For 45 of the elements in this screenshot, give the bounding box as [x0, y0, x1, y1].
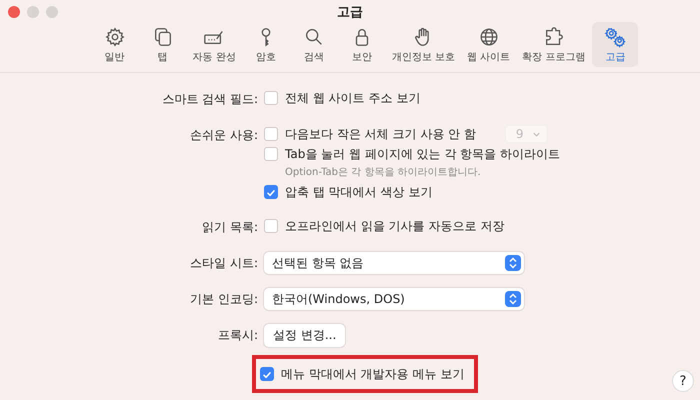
checkbox[interactable] [264, 91, 278, 105]
toolbar-tab[interactable]: 고급 [592, 22, 638, 67]
checkmark-icon [267, 190, 275, 196]
checkbox-label: 메뉴 막대에서 개발자용 메뉴 보기 [281, 366, 464, 382]
chevron-icon [532, 132, 540, 136]
toolbar-tab[interactable]: 탭 [140, 22, 186, 67]
checkbox-label: Tab을 눌러 웹 페이지에 있는 각 항목을 하이라이트 [285, 146, 560, 162]
toolbar-tab[interactable]: 보안 [338, 22, 385, 67]
setting-label: 스마트 검색 필드: [162, 92, 258, 106]
checkbox[interactable] [264, 127, 278, 141]
popup-menu[interactable]: 선택된 항목 없음 [264, 252, 524, 274]
setting-label: 손쉬운 사용: [190, 128, 258, 142]
checkbox-label: 압축 탭 막대에서 색상 보기 [285, 184, 432, 200]
toolbar-tab[interactable]: 자동 완성 [188, 22, 241, 67]
checkbox[interactable] [264, 219, 278, 233]
stepper-icon [505, 255, 521, 271]
toolbar-tab[interactable]: 암호 [242, 22, 289, 67]
hint-text: Option-Tab은 각 항목을 하이라이트합니다. [285, 166, 481, 180]
checkbox[interactable] [260, 367, 274, 381]
checkbox-label: 다음보다 작은 서체 크기 사용 안 함 [285, 126, 476, 142]
toolbar-tab[interactable]: 일반 [92, 22, 138, 67]
checkbox[interactable] [264, 147, 278, 161]
minimize-button[interactable] [27, 6, 39, 18]
zoom-button[interactable] [46, 6, 58, 18]
popup-menu[interactable]: 한국어(Windows, DOS) [264, 288, 524, 310]
stepper-icon [505, 291, 521, 307]
gears-icon [604, 26, 626, 48]
globe-icon [478, 26, 500, 48]
setting-label: 스타일 시트: [190, 256, 258, 270]
checkbox-label: 전체 웹 사이트 주소 보기 [285, 90, 420, 106]
setting-label: 읽기 목록: [202, 220, 258, 234]
change-settings-button[interactable]: 설정 변경... [264, 324, 346, 347]
setting-label: 기본 인코딩: [190, 292, 258, 306]
checkbox-label: 오프라인에서 읽을 기사를 자동으로 저장 [285, 218, 504, 234]
checkbox[interactable] [264, 185, 278, 199]
close-button[interactable] [8, 6, 20, 18]
toolbar-tab[interactable]: 확장 프로그램 [517, 22, 590, 67]
help-button[interactable]: ? [672, 370, 694, 392]
setting-label: 프록시: [218, 328, 258, 342]
checkmark-icon [263, 372, 271, 378]
toolbar-tab[interactable]: 검색 [290, 22, 337, 67]
toolbar-tab[interactable]: 개인정보 보호 [386, 22, 460, 67]
gear-icon [104, 26, 126, 48]
toolbar-tab[interactable]: 웹 사이트 [462, 22, 516, 67]
window-title: 고급 [337, 5, 363, 20]
